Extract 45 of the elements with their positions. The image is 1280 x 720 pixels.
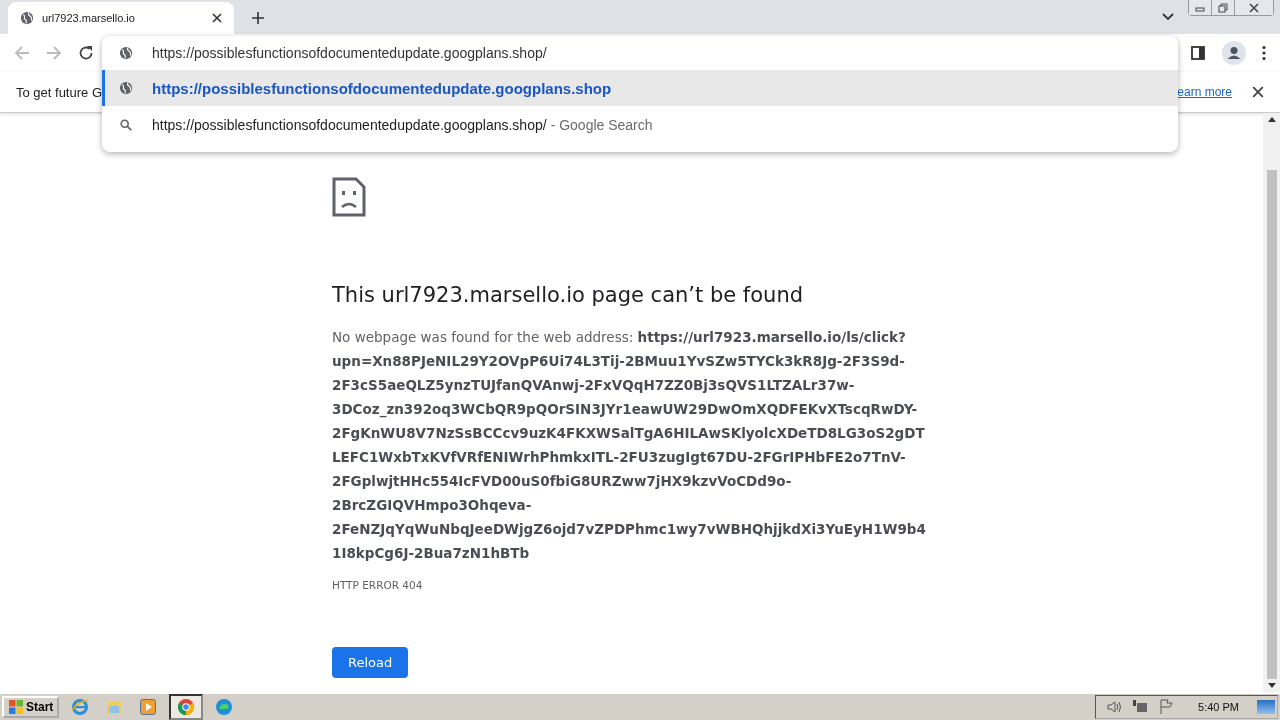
close-icon[interactable]: [212, 13, 222, 23]
flag-icon[interactable]: [1158, 699, 1175, 715]
network-icon[interactable]: [1132, 699, 1149, 715]
address-field[interactable]: https://possiblesfunctionsofdocumentedupdate.googplans.shop/: [102, 36, 1178, 70]
globe-icon: [20, 11, 34, 25]
swirl-logo-icon: [215, 698, 234, 716]
speaker-icon[interactable]: [1106, 699, 1123, 715]
scrollbar[interactable]: [1263, 113, 1280, 692]
globe-icon: [119, 46, 133, 60]
close-button[interactable]: [1235, 0, 1273, 15]
suggestion-item[interactable]: https://possiblesfunctionsofdocumentedupdate.googplans.shop: [102, 70, 1178, 106]
suggestion-text: https://possiblesfunctionsofdocumentedupdate.googplans.shop/: [152, 117, 547, 133]
search-icon: [119, 118, 133, 132]
error-title: This url7923.marsello.io page can’t be found: [332, 283, 804, 307]
learn-more-link[interactable]: earn more: [1177, 85, 1232, 99]
close-icon[interactable]: [1252, 86, 1264, 98]
tab-title: url7923.marsello.io: [42, 12, 136, 24]
play-icon: [139, 698, 158, 716]
suggestion-item[interactable]: https://possiblesfunctionsofdocumentedupdate.googplans.shop/ - Google Search: [102, 106, 1178, 144]
profile-icon[interactable]: [1222, 41, 1246, 65]
reload-button[interactable]: Reload: [332, 647, 409, 678]
scroll-down-icon[interactable]: [1267, 683, 1276, 688]
restore-icon: [1218, 2, 1228, 13]
scroll-up-icon[interactable]: [1267, 117, 1276, 122]
start-button[interactable]: Start: [2, 696, 60, 718]
new-tab-icon[interactable]: [252, 12, 264, 24]
chrome-logo-icon: [177, 698, 196, 716]
taskbar-app[interactable]: [169, 694, 204, 720]
browser-tab[interactable]: url7923.marsello.io: [8, 2, 234, 34]
sad-page-icon: [332, 177, 366, 217]
restore-button[interactable]: [1212, 0, 1235, 15]
clock: 5:40 PM: [1198, 701, 1239, 713]
info-text: To get future G: [16, 84, 102, 100]
suggestion-url: https://possiblesfunctionsofdocumentedupdate.googplans.shop: [152, 79, 612, 97]
e-logo-icon: [71, 698, 90, 716]
side-panel-icon[interactable]: [1190, 45, 1206, 61]
globe-icon: [119, 81, 133, 95]
windows-flag-icon: [8, 699, 24, 715]
menu-icon[interactable]: [1262, 45, 1266, 61]
chevron-down-icon[interactable]: [1162, 13, 1174, 21]
suggestion-suffix: - Google Search: [550, 117, 653, 133]
error-message: No webpage was found for the web address: https://url7923.marsello.io/ls/click?upn=Xn88PJeNIL29Y2OVpP6Ui74L3Tij-2BMuu1YvSZw5TYCk3kR8Jg-2F3S9d-2F3cS5aeQLZ5ynzTUJfanQVAnwj-2FxVQqH7ZZ0Bj3sQVS1LTZALr37w-3DCoz_zn392oq3WCbQR9pQOrSIN3JYr1eawUW29DwOmXQDFEKvXTscqRwDY-2FgKnWU8V7NzSsBCCcv9uzK4FKXWSalTgA6HILAwSKlyolcXDeTD8LG3oS2gDTLEFC1WxbTxKVfVRfENIWrhPhmkxITL-2FU3zugIgt67DU-2FGrIPHbFE2o7TnV-2FGplwjtHHc554IcFVD00uS0fbiG8URZww7jHX9kzvVoCDd9o-2BrcZGIQVHmpo3Ohqeva-2FeNZJqYqWuNbqJeeDWjgZ6ojd7vZPDPhmc1wy7vWBHQhjjkdXi3YuEyH1W9b41I8kpCg6J-2Bua7zN1hBTb: [332, 328, 927, 563]
reload-icon[interactable]: [78, 45, 94, 61]
error-code: HTTP ERROR 404: [332, 579, 423, 591]
close-icon: [1249, 2, 1259, 13]
